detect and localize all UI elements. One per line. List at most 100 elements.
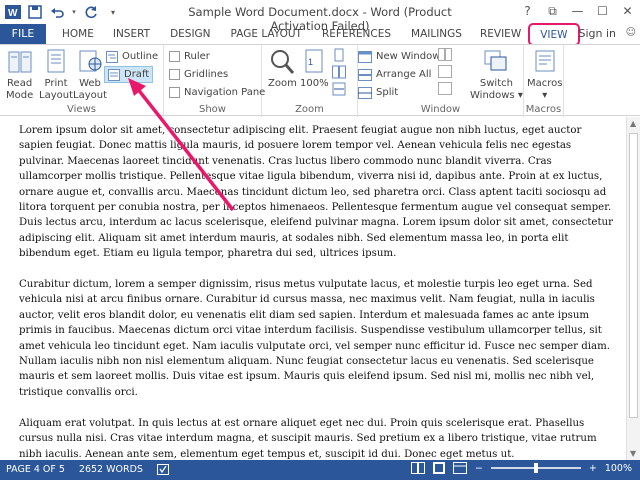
ribbon-tabs: FILE HOME INSERT DESIGN PAGE LAYOUT REFE… (0, 23, 640, 46)
macros-button[interactable]: Macros ▾ (527, 48, 562, 102)
arrange-all-button[interactable]: Arrange All (358, 66, 431, 83)
macros-icon (535, 50, 555, 72)
vertical-scrollbar[interactable]: ▲ ▼ (626, 117, 640, 460)
outline-button[interactable]: Outline (106, 48, 158, 65)
draft-button[interactable]: Draft (104, 66, 154, 83)
maximize-button[interactable]: ☐ (590, 0, 615, 22)
quick-access-toolbar: W ▾ ▾ (4, 3, 122, 21)
magnifier-icon (271, 50, 295, 74)
tab-insert[interactable]: INSERT (103, 24, 160, 44)
document-area[interactable]: Lorem ipsum dolor sit amet, consectetur … (0, 117, 626, 460)
minimize-button[interactable]: — (565, 0, 590, 22)
tab-page-layout[interactable]: PAGE LAYOUT (221, 24, 312, 44)
zoom-button[interactable]: Zoom (268, 48, 297, 90)
print-layout-button[interactable]: Print Layout (39, 48, 73, 102)
window-group-label: Window (420, 104, 461, 115)
switch-windows-icon (484, 50, 507, 71)
window-group: New Window Arrange All Split Switch Wind… (358, 45, 524, 117)
print-layout-status-icon[interactable] (432, 462, 445, 474)
navigation-pane-checkbox-box[interactable] (169, 87, 180, 98)
paragraph[interactable]: Curabitur dictum, lorem a semper digniss… (19, 277, 617, 400)
macros-group: Macros ▾ Macros (524, 45, 564, 117)
status-bar: PAGE 4 OF 5 2652 WORDS − + 100% (0, 460, 640, 480)
outline-icon (106, 50, 118, 63)
web-layout-label-1: Web (79, 78, 101, 89)
views-group-label: Views (67, 104, 96, 115)
undo-icon[interactable] (48, 3, 66, 21)
ruler-checkbox[interactable]: Ruler (169, 48, 210, 65)
outline-label: Outline (122, 51, 159, 62)
help-button[interactable]: ? (515, 0, 540, 22)
ruler-label: Ruler (184, 51, 210, 62)
tab-file[interactable]: FILE (0, 24, 46, 44)
split-label: Split (376, 87, 399, 98)
document-text[interactable]: Lorem ipsum dolor sit amet, consectetur … (19, 123, 617, 460)
web-layout-icon (79, 50, 102, 72)
scroll-thumb[interactable] (629, 133, 638, 418)
tab-design[interactable]: DESIGN (160, 24, 220, 44)
arrange-all-label: Arrange All (376, 69, 432, 80)
gridlines-checkbox[interactable]: Gridlines (169, 66, 228, 83)
tab-view[interactable]: VIEW (528, 23, 580, 46)
new-window-button[interactable]: New Window (358, 48, 440, 65)
print-layout-label-2: Layout (39, 90, 73, 101)
zoom-percent[interactable]: 100% (605, 463, 632, 474)
one-page-icon[interactable] (332, 48, 346, 62)
scroll-up-icon[interactable]: ▲ (630, 119, 636, 128)
zoom-100-button[interactable]: 1 100% (300, 48, 329, 90)
title-bar: W ▾ ▾ Sample Word Document.docx - Word (… (0, 0, 640, 33)
close-button[interactable]: ✕ (615, 0, 640, 22)
zoom-100-icon: 1 (305, 49, 323, 73)
web-layout-button[interactable]: Web Layout (73, 48, 107, 102)
zoom-in-button[interactable]: + (589, 463, 597, 474)
web-layout-label-2: Layout (73, 90, 107, 101)
word-count[interactable]: 2652 WORDS (79, 464, 143, 478)
zoom-slider[interactable] (490, 463, 581, 473)
read-mode-button[interactable]: Read Mode (6, 48, 33, 102)
gridlines-checkbox-box[interactable] (169, 69, 180, 80)
read-mode-status-icon[interactable] (410, 462, 425, 474)
undo-dropdown-icon[interactable]: ▾ (70, 3, 78, 21)
web-layout-status-icon[interactable] (452, 462, 467, 474)
zoom-slider-thumb[interactable] (533, 463, 538, 473)
arrange-all-icon (358, 68, 372, 81)
gridlines-label: Gridlines (184, 69, 229, 80)
sign-in-link[interactable]: Sign in (578, 27, 616, 40)
split-button[interactable]: Split (358, 84, 398, 101)
show-group-label: Show (199, 104, 226, 115)
macros-label-1: Macros (527, 78, 563, 89)
reset-window-position-icon[interactable] (438, 82, 452, 95)
zoom-label: Zoom (268, 78, 297, 89)
proofing-icon[interactable] (156, 464, 169, 478)
macros-group-label: Macros (525, 104, 562, 115)
collapse-ribbon-icon[interactable]: ☺ (626, 27, 636, 38)
tab-mailings[interactable]: MAILINGS (401, 24, 472, 44)
word-logo-icon[interactable]: W (4, 3, 22, 21)
switch-windows-button[interactable]: Switch Windows ▾ (470, 48, 523, 102)
word-window: W ▾ ▾ Sample Word Document.docx - Word (… (0, 0, 640, 480)
tab-references[interactable]: REFERENCES (312, 24, 401, 44)
zoom-out-button[interactable]: − (475, 463, 483, 474)
paragraph[interactable]: Lorem ipsum dolor sit amet, consectetur … (19, 123, 617, 262)
page-count[interactable]: PAGE 4 OF 5 (6, 464, 65, 478)
customize-toolbar-icon[interactable]: ▾ (104, 3, 122, 21)
print-layout-icon (47, 49, 65, 73)
tab-review[interactable]: REVIEW (472, 24, 529, 44)
side-by-side-buttons (438, 48, 452, 95)
save-icon[interactable] (26, 3, 44, 21)
page-width-icon[interactable] (332, 82, 346, 96)
multiple-pages-icon[interactable] (332, 65, 346, 79)
new-window-label: New Window (376, 51, 441, 62)
tab-home[interactable]: HOME (46, 24, 103, 44)
print-layout-label-1: Print (44, 78, 68, 89)
paragraph[interactable]: Aliquam erat volutpat. In quis lectus at… (19, 416, 617, 460)
ruler-checkbox-box[interactable] (169, 51, 180, 62)
view-side-by-side-icon[interactable] (438, 48, 452, 61)
scroll-down-icon[interactable]: ▼ (630, 449, 636, 458)
ribbon-display-options-button[interactable]: ⧉ (540, 0, 565, 22)
synchronous-scrolling-icon[interactable] (438, 65, 452, 78)
draft-label: Draft (124, 69, 150, 80)
svg-text:1: 1 (308, 57, 313, 67)
redo-icon[interactable] (82, 3, 100, 21)
navigation-pane-checkbox[interactable]: Navigation Pane (169, 84, 265, 101)
